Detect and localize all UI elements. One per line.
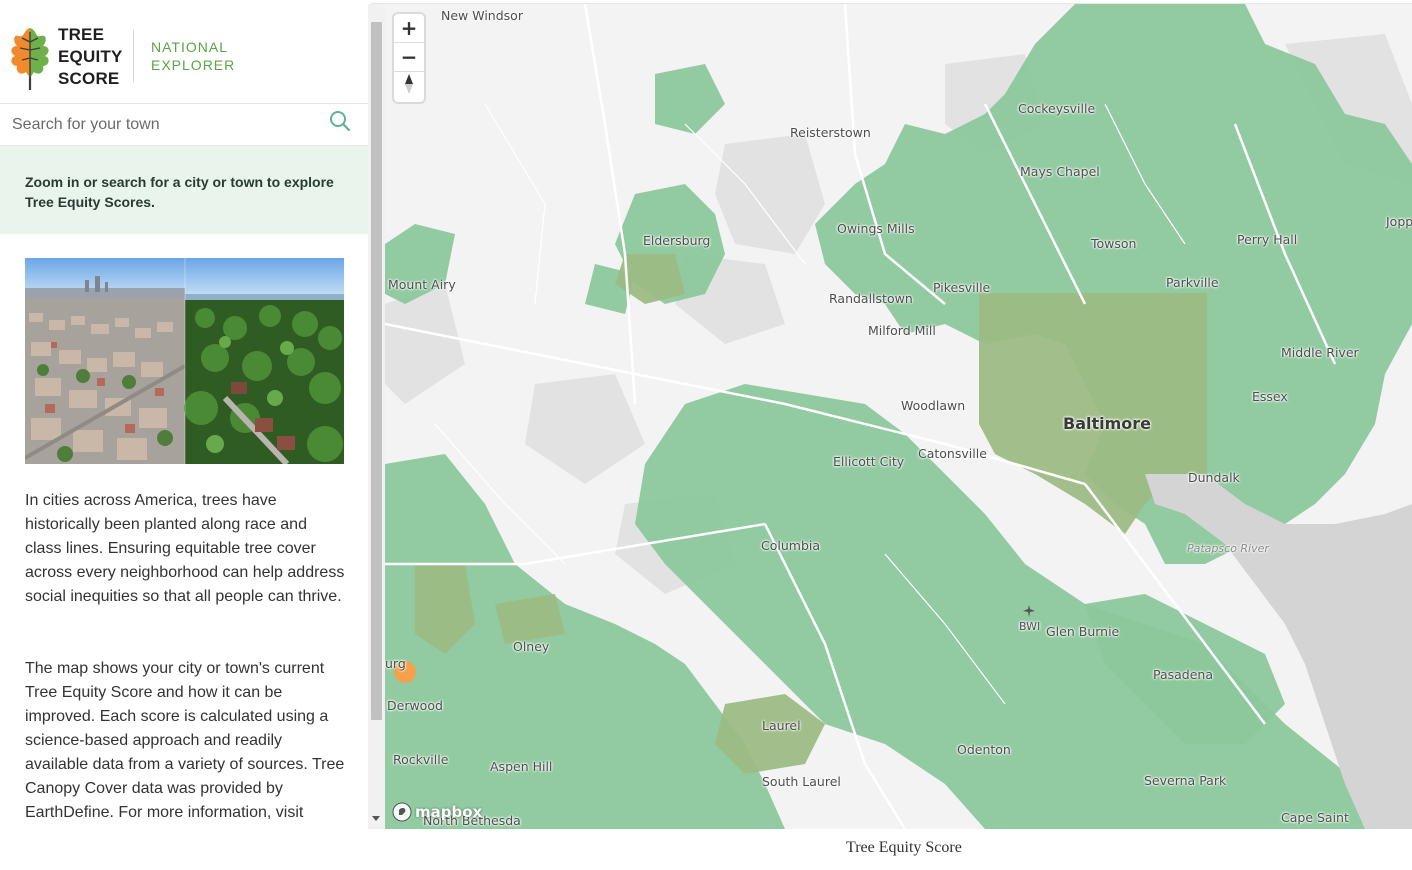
search-bar <box>0 105 368 146</box>
explorer-subtitle: NATIONAL EXPLORER <box>151 38 235 74</box>
label-cockeysville: Cockeysville <box>1018 101 1096 116</box>
compass-reset-button[interactable] <box>394 72 424 101</box>
label-joppa: Jopp <box>1386 214 1412 229</box>
label-cape-saint: Cape Saint <box>1281 810 1349 825</box>
logo-divider <box>133 30 134 82</box>
label-catonsville: Catonsville <box>918 446 987 461</box>
label-columbia: Columbia <box>761 538 821 553</box>
label-mount-airy: Mount Airy <box>388 277 456 292</box>
label-derwood: Derwood <box>387 698 443 713</box>
label-randallstown: Randallstown <box>829 291 913 306</box>
label-middle-river: Middle River <box>1281 345 1359 360</box>
label-patapsco-river: Patapsco River <box>1187 542 1269 555</box>
label-baltimore: Baltimore <box>1063 414 1152 433</box>
airport-icon <box>1023 605 1035 617</box>
brand-header: TREE EQUITY SCORE NATIONAL EXPLORER <box>0 4 368 104</box>
sidebar-scrollbar[interactable] <box>368 4 385 829</box>
label-perry-hall: Perry Hall <box>1237 232 1298 247</box>
compass-icon <box>405 74 413 94</box>
label-mays-chapel: Mays Chapel <box>1020 164 1100 179</box>
map-canvas[interactable]: New Windsor Reisterstown Cockeysville Ma… <box>385 4 1412 829</box>
label-bwi: BWI <box>1019 620 1041 633</box>
label-gaithersburg-partial: urg <box>385 656 406 671</box>
subtitle-line-1: NATIONAL <box>151 39 228 55</box>
zoom-controls: + − <box>394 14 424 102</box>
label-dundalk: Dundalk <box>1188 470 1240 485</box>
label-aspen-hill: Aspen Hill <box>490 759 553 774</box>
logo-line-2: EQUITY <box>58 47 123 66</box>
map-caption: Tree Equity Score <box>846 839 962 856</box>
label-owings-mills: Owings Mills <box>837 221 915 236</box>
neighborhood-comparison-photo <box>25 258 344 464</box>
logo-wordmark: TREE EQUITY SCORE <box>58 24 123 90</box>
mapbox-mark-icon <box>392 802 412 822</box>
subtitle-line-2: EXPLORER <box>151 57 236 73</box>
label-pikesville: Pikesville <box>933 280 991 295</box>
label-rockville: Rockville <box>393 752 449 767</box>
label-glen-burnie: Glen Burnie <box>1046 624 1120 639</box>
label-towson: Towson <box>1091 236 1137 251</box>
label-severna-park: Severna Park <box>1144 773 1227 788</box>
label-parkville: Parkville <box>1166 275 1219 290</box>
logo-line-3: SCORE <box>58 69 120 88</box>
label-new-windsor: New Windsor <box>441 8 523 23</box>
scrollbar-thumb[interactable] <box>371 22 382 720</box>
hero-image <box>25 258 344 464</box>
intro-paragraph: In cities across America, trees have his… <box>25 492 345 605</box>
label-ellicott-city: Ellicott City <box>833 454 905 469</box>
mapbox-wordmark: mapbox <box>415 803 483 821</box>
notice-text: Zoom in or search for a city or town to … <box>25 174 334 210</box>
label-pasadena: Pasadena <box>1153 667 1214 682</box>
logo-line-1: TREE <box>58 25 105 44</box>
info-notice: Zoom in or search for a city or town to … <box>0 146 368 234</box>
oak-leaf-icon <box>11 28 49 90</box>
zoom-in-button[interactable]: + <box>394 14 424 43</box>
label-essex: Essex <box>1252 389 1288 404</box>
map-layer <box>385 4 1412 829</box>
zoom-out-button[interactable]: − <box>394 43 424 72</box>
label-milford-mill: Milford Mill <box>868 323 936 338</box>
label-laurel: Laurel <box>762 718 801 733</box>
sidebar: TREE EQUITY SCORE NATIONAL EXPLORER Zoom… <box>0 4 370 829</box>
map-description-paragraph: The map shows your city or town's curren… <box>25 660 345 821</box>
mapbox-logo[interactable]: mapbox <box>392 801 482 823</box>
label-reisterstown: Reisterstown <box>790 125 871 140</box>
label-south-laurel: South Laurel <box>762 774 841 789</box>
search-input[interactable] <box>12 113 312 137</box>
scroll-down-arrow-icon[interactable] <box>372 816 380 821</box>
label-woodlawn: Woodlawn <box>901 398 966 413</box>
search-icon[interactable] <box>329 110 351 132</box>
label-eldersburg: Eldersburg <box>643 233 711 248</box>
label-odenton: Odenton <box>957 742 1011 757</box>
label-olney: Olney <box>513 639 550 654</box>
